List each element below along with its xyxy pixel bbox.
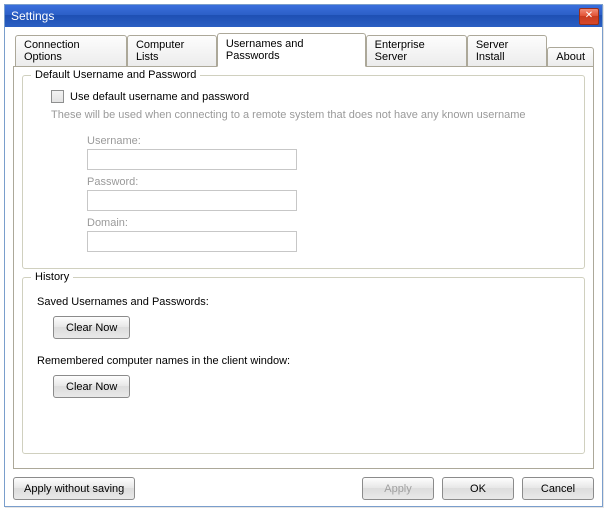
tab-computer-lists[interactable]: Computer Lists	[127, 35, 217, 67]
tab-connection-options[interactable]: Connection Options	[15, 35, 127, 67]
cancel-button[interactable]: Cancel	[522, 477, 594, 500]
apply-without-saving-button[interactable]: Apply without saving	[13, 477, 135, 500]
tab-enterprise-server[interactable]: Enterprise Server	[366, 35, 467, 67]
titlebar: Settings ✕	[5, 5, 602, 27]
settings-window: Settings ✕ Connection Options Computer L…	[4, 4, 603, 507]
tab-usernames-passwords[interactable]: Usernames and Passwords	[217, 33, 366, 67]
client-area: Connection Options Computer Lists Userna…	[5, 27, 602, 473]
apply-button[interactable]: Apply	[362, 477, 434, 500]
tab-page: Default Username and Password Use defaul…	[13, 66, 594, 469]
tab-strip: Connection Options Computer Lists Userna…	[13, 33, 594, 67]
tab-server-install[interactable]: Server Install	[467, 35, 547, 67]
use-default-label: Use default username and password	[70, 91, 249, 103]
tab-about[interactable]: About	[547, 47, 594, 67]
ok-button[interactable]: OK	[442, 477, 514, 500]
use-default-row: Use default username and password	[51, 90, 574, 103]
group-history: History Saved Usernames and Passwords: C…	[22, 277, 585, 454]
group-default-credentials: Default Username and Password Use defaul…	[22, 75, 585, 269]
remembered-names-label: Remembered computer names in the client …	[37, 355, 572, 367]
username-label: Username:	[87, 135, 574, 147]
dialog-footer: Apply without saving Apply OK Cancel	[5, 473, 602, 506]
close-button[interactable]: ✕	[579, 8, 599, 25]
default-hint-text: These will be used when connecting to a …	[51, 109, 574, 121]
domain-field[interactable]	[87, 231, 297, 252]
clear-remembered-button[interactable]: Clear Now	[53, 375, 130, 398]
domain-label: Domain:	[87, 217, 574, 229]
use-default-checkbox[interactable]	[51, 90, 64, 103]
username-field[interactable]	[87, 149, 297, 170]
window-title: Settings	[11, 9, 579, 23]
password-field[interactable]	[87, 190, 297, 211]
group-default-legend: Default Username and Password	[31, 69, 200, 81]
credentials-form: Username: Password: Domain:	[87, 135, 574, 252]
saved-creds-label: Saved Usernames and Passwords:	[37, 296, 572, 308]
group-history-legend: History	[31, 271, 73, 283]
password-label: Password:	[87, 176, 574, 188]
clear-saved-button[interactable]: Clear Now	[53, 316, 130, 339]
